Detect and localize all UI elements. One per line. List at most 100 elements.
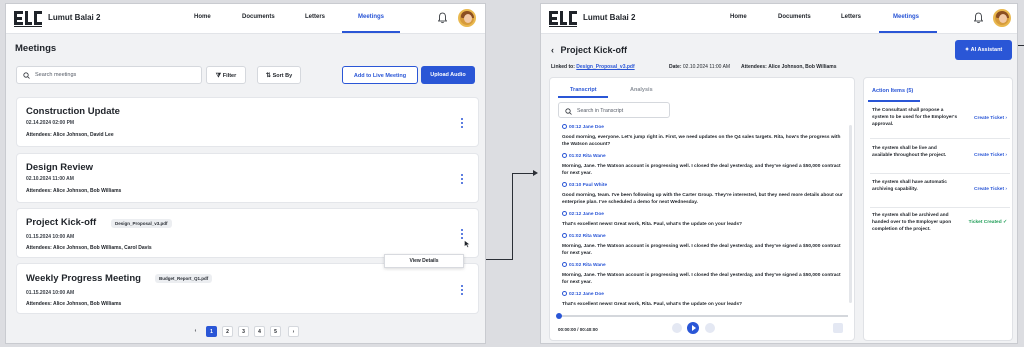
- action-item: The Consultant shall propose a system to…: [870, 107, 1010, 139]
- top-bar: Lumut Balai 2 Home Documents Letters Mee…: [6, 4, 485, 34]
- next-page-icon[interactable]: ›: [288, 326, 299, 337]
- ticket-created-status: Ticket Created ✓: [968, 220, 1007, 225]
- page-3[interactable]: 3: [238, 326, 249, 337]
- tab-active-indicator: [868, 100, 920, 102]
- audio-progress-bar[interactable]: [556, 313, 848, 319]
- filter-button[interactable]: ⧩ Filter: [206, 66, 246, 84]
- tab-analysis[interactable]: Analysis: [630, 87, 653, 93]
- transcript-text: That's excellent news! Great work, Rita.…: [562, 222, 743, 227]
- page-5[interactable]: 5: [270, 326, 281, 337]
- elc-logo[interactable]: [14, 11, 42, 27]
- nav-meetings[interactable]: Meetings: [893, 14, 919, 20]
- speed-icon[interactable]: [833, 323, 843, 333]
- nav-documents[interactable]: Documents: [778, 14, 811, 20]
- page-1[interactable]: 1: [206, 326, 217, 337]
- bell-icon[interactable]: [974, 12, 983, 24]
- page-4[interactable]: 4: [254, 326, 265, 337]
- action-items-panel: Action Items (5) The Consultant shall pr…: [863, 77, 1013, 341]
- action-item-text: The Consultant shall propose a system to…: [872, 108, 958, 127]
- create-ticket-button[interactable]: Create Ticket ›: [974, 187, 1007, 192]
- upload-audio-button[interactable]: Upload Audio: [421, 66, 475, 84]
- meeting-attendees: Attendees: Alice Johnson, David Lee: [26, 132, 114, 138]
- transcript-search-input[interactable]: Search in Transcript: [558, 102, 670, 118]
- page-2[interactable]: 2: [222, 326, 233, 337]
- flow-connector: [512, 173, 513, 260]
- attachment-chip[interactable]: Budget_Report_Q1.pdf: [155, 274, 213, 283]
- transcript-text: Morning, Jane. The Watson account is pro…: [562, 164, 841, 177]
- tab-active-indicator: [558, 96, 608, 98]
- sort-button[interactable]: ⇅ Sort By: [257, 66, 301, 84]
- audio-time: 00:00:00 / 00:40:00: [558, 327, 598, 332]
- meeting-attendees: Attendees: Alice Johnson, Bob Williams: [741, 64, 837, 70]
- meeting-datetime: 02.10.2024 11:00 AM: [26, 176, 74, 182]
- nav-letters[interactable]: Letters: [305, 14, 325, 20]
- brand-name: Lumut Balai 2: [583, 13, 636, 22]
- transcript-text: Morning, Jane. The Watson account is pro…: [562, 273, 841, 286]
- meeting-card[interactable]: Weekly Progress Meeting Budget_Report_Q1…: [16, 263, 479, 314]
- create-ticket-button[interactable]: Create Ticket ›: [974, 153, 1007, 158]
- play-icon: [691, 325, 696, 331]
- transcript-speaker[interactable]: 02:12 Jane Doe: [562, 211, 604, 217]
- nav-letters[interactable]: Letters: [841, 14, 861, 20]
- more-options-icon[interactable]: [461, 118, 464, 129]
- meeting-card[interactable]: Construction Update 02.14.2024 02:00 PM …: [16, 97, 479, 147]
- search-icon: [565, 108, 572, 115]
- meeting-card[interactable]: Project Kick-off Design_Proposal_v3.pdf …: [16, 208, 479, 258]
- transcript-speaker[interactable]: 00:12 Jane Doe: [562, 124, 604, 130]
- elc-logo[interactable]: [549, 11, 577, 27]
- avatar[interactable]: [993, 9, 1011, 27]
- transcript-scrollbar[interactable]: [849, 125, 852, 303]
- more-options-icon[interactable]: [461, 285, 464, 296]
- avatar[interactable]: [458, 9, 476, 27]
- back-button[interactable]: ‹ Project Kick-off: [551, 45, 627, 55]
- meeting-title: Design Review: [26, 162, 94, 173]
- transcript-text: That's excellent news! Great work, Rita.…: [562, 302, 743, 307]
- view-details-menu-item[interactable]: View Details: [384, 254, 464, 268]
- meeting-date: Date: 02.10.2024 11:00 AM: [669, 64, 731, 70]
- attachment-chip[interactable]: Design_Proposal_v3.pdf: [111, 219, 172, 228]
- search-input[interactable]: Search meetings: [16, 66, 202, 84]
- nav-home[interactable]: Home: [194, 14, 211, 20]
- transcript-panel: Transcript Analysis Search in Transcript…: [549, 77, 855, 341]
- more-options-icon[interactable]: [461, 229, 464, 240]
- action-item-text: The system shall be archived and handed …: [872, 213, 952, 232]
- action-item: The system shall be live and available t…: [870, 145, 1010, 174]
- prev-page-icon[interactable]: ‹: [190, 326, 201, 337]
- brand-name: Lumut Balai 2: [48, 13, 101, 22]
- nav-active-indicator: [879, 31, 937, 33]
- transcript-speaker[interactable]: 02:12 Jane Doe: [562, 291, 604, 297]
- add-live-meeting-button[interactable]: Add to Live Meeting: [342, 66, 418, 84]
- transcript-speaker[interactable]: 01:02 Rita Wane: [562, 262, 606, 268]
- action-items-title[interactable]: Action Items (5): [872, 88, 913, 94]
- page-title: Project Kick-off: [560, 45, 628, 55]
- linked-file-link[interactable]: Design_Proposal_v3.pdf: [576, 64, 634, 70]
- nav-meetings[interactable]: Meetings: [358, 14, 384, 20]
- meeting-datetime: 01.15.2024 10:00 AM: [26, 290, 75, 296]
- transcript-speaker[interactable]: 01:02 Rita Wane: [562, 153, 606, 159]
- forward-icon[interactable]: [705, 323, 715, 333]
- cursor-icon: [464, 240, 471, 248]
- meeting-attendees: Attendees: Alice Johnson, Bob Williams: [26, 301, 122, 307]
- progress-handle[interactable]: [556, 313, 562, 319]
- action-item: The system shall have automatic archivin…: [870, 179, 1010, 208]
- nav-documents[interactable]: Documents: [242, 14, 275, 20]
- nav-home[interactable]: Home: [730, 14, 747, 20]
- tab-transcript[interactable]: Transcript: [570, 87, 597, 93]
- bell-icon[interactable]: [438, 12, 447, 24]
- ai-assistant-button[interactable]: ✦ AI Assistant: [955, 40, 1012, 60]
- more-options-icon[interactable]: [461, 174, 464, 185]
- transcript-text: Morning, Jane. The Watson account is pro…: [562, 244, 841, 257]
- play-button[interactable]: [687, 322, 699, 334]
- linked-to: Linked to: Design_Proposal_v3.pdf: [551, 64, 635, 70]
- meeting-card[interactable]: Design Review 02.10.2024 11:00 AM Attend…: [16, 153, 479, 203]
- create-ticket-button[interactable]: Create Ticket ›: [974, 116, 1007, 121]
- chevron-left-icon: ‹: [551, 45, 557, 55]
- meeting-attendees: Attendees: Alice Johnson, Bob Williams: [26, 188, 122, 194]
- transcript-speaker[interactable]: 03:10 Paul White: [562, 182, 607, 188]
- sort-icon: ⇅: [265, 73, 273, 79]
- search-icon: [23, 72, 30, 79]
- meeting-attendees: Attendees: Alice Johnson, Bob Williams, …: [26, 245, 152, 251]
- action-item-text: The system shall have automatic archivin…: [872, 180, 947, 192]
- rewind-icon[interactable]: [672, 323, 682, 333]
- transcript-speaker[interactable]: 01:02 Rita Wane: [562, 233, 606, 239]
